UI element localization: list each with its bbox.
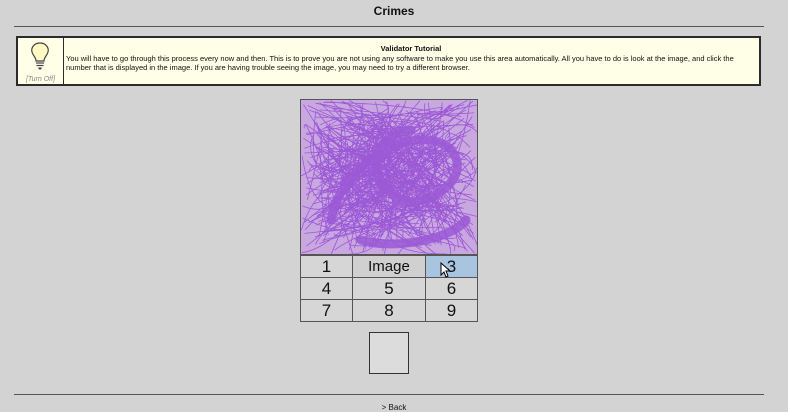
tutorial-description: You will have to go through this process… [66,53,734,73]
cursor-icon [440,262,452,278]
top-divider [14,26,764,27]
captcha-scribble [301,100,477,254]
number-button-8[interactable]: 8 [352,299,426,322]
number-button-5[interactable]: 5 [352,277,426,300]
turn-off-link[interactable]: [Turn Off] [18,76,63,83]
back-link[interactable]: > Back [0,403,788,412]
tutorial-icon-cell: [Turn Off] [18,38,64,84]
answer-box [369,332,409,374]
tutorial-title: Validator Tutorial [380,44,442,53]
number-button-9[interactable]: 9 [425,299,478,322]
lightbulb-icon [31,42,49,70]
image-label: Image [352,255,426,278]
number-button-1[interactable]: 1 [300,255,353,278]
page-title: Crimes [373,4,415,18]
captcha-image [300,99,478,255]
number-button-6[interactable]: 6 [425,277,478,300]
number-button-7[interactable]: 7 [300,299,353,322]
tutorial-box: [Turn Off] Validator Tutorial You will h… [16,36,761,86]
tutorial-text-block: Validator Tutorial You will have to go t… [66,44,756,73]
number-button-4[interactable]: 4 [300,277,353,300]
bottom-divider [14,394,764,395]
